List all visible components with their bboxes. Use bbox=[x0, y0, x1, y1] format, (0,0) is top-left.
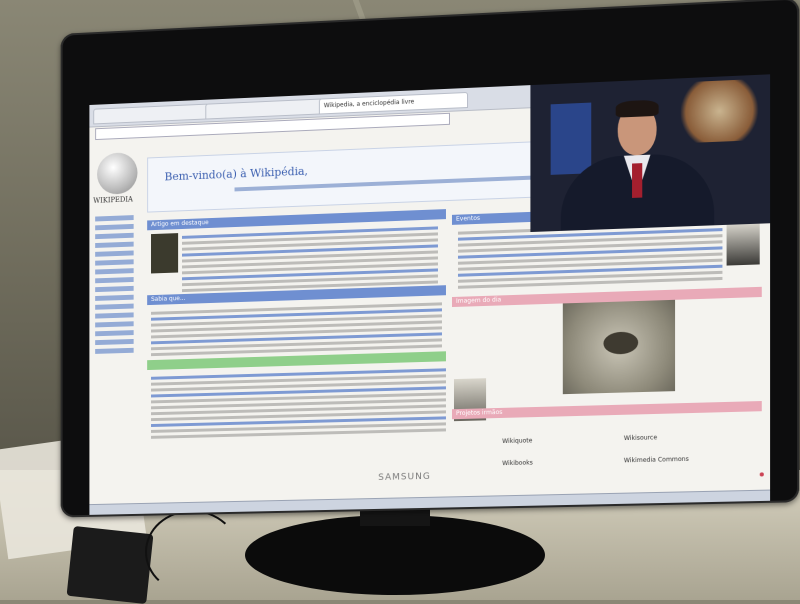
browser-tab[interactable] bbox=[205, 98, 323, 120]
sister-link[interactable]: Wikimedia Commons bbox=[624, 456, 689, 465]
sister-link[interactable]: Wikiquote bbox=[502, 437, 532, 445]
sidebar-link[interactable] bbox=[95, 250, 134, 257]
did-you-know-text bbox=[151, 299, 442, 359]
sidebar-link[interactable] bbox=[95, 330, 134, 337]
monitor-brand: SAMSUNG bbox=[378, 471, 431, 483]
sister-link[interactable]: Wikisource bbox=[624, 434, 657, 442]
sidebar-link[interactable] bbox=[95, 285, 134, 293]
monitor: Wikipedia, a enciclopédia livre WIKIPEDI… bbox=[60, 0, 800, 518]
sidebar-link[interactable] bbox=[95, 268, 134, 275]
sidebar-link[interactable] bbox=[95, 347, 134, 354]
sidebar-link[interactable] bbox=[95, 241, 134, 248]
video-overlay[interactable] bbox=[530, 74, 771, 233]
browser-tab-active[interactable]: Wikipedia, a enciclopédia livre bbox=[318, 91, 469, 115]
sidebar-link[interactable] bbox=[95, 232, 134, 240]
globe-puzzle-icon[interactable] bbox=[97, 151, 138, 195]
cable bbox=[145, 510, 239, 594]
on-this-day-text bbox=[151, 365, 446, 441]
sidebar-link[interactable] bbox=[95, 312, 134, 319]
browser-tab[interactable] bbox=[93, 103, 210, 125]
anchor-tie bbox=[632, 163, 643, 198]
monitor-stand-base bbox=[245, 515, 545, 595]
sidebar-link[interactable] bbox=[95, 215, 134, 222]
sidebar bbox=[95, 211, 145, 358]
studio-light bbox=[673, 78, 766, 144]
sidebar-link[interactable] bbox=[95, 321, 134, 328]
sidebar-link[interactable] bbox=[95, 338, 134, 346]
sidebar-link[interactable] bbox=[95, 303, 134, 310]
sidebar-link[interactable] bbox=[95, 294, 134, 301]
sidebar-link[interactable] bbox=[95, 259, 134, 266]
keyboard bbox=[66, 526, 154, 604]
studio-backdrop bbox=[550, 102, 592, 175]
sidebar-link[interactable] bbox=[95, 223, 134, 231]
anchor-hair bbox=[615, 99, 659, 118]
sidebar-link[interactable] bbox=[95, 277, 134, 284]
sister-projects-header: Projetos irmãos bbox=[451, 401, 762, 420]
screen[interactable]: Wikipedia, a enciclopédia livre WIKIPEDI… bbox=[89, 74, 771, 515]
featured-thumbnail bbox=[151, 233, 179, 274]
sister-link[interactable]: Wikibooks bbox=[502, 459, 533, 467]
logo-text: WIKIPEDIA bbox=[93, 195, 133, 205]
page-title: Wikipedia, a enciclopédia livre bbox=[323, 98, 415, 110]
events-thumbnail bbox=[726, 221, 760, 266]
